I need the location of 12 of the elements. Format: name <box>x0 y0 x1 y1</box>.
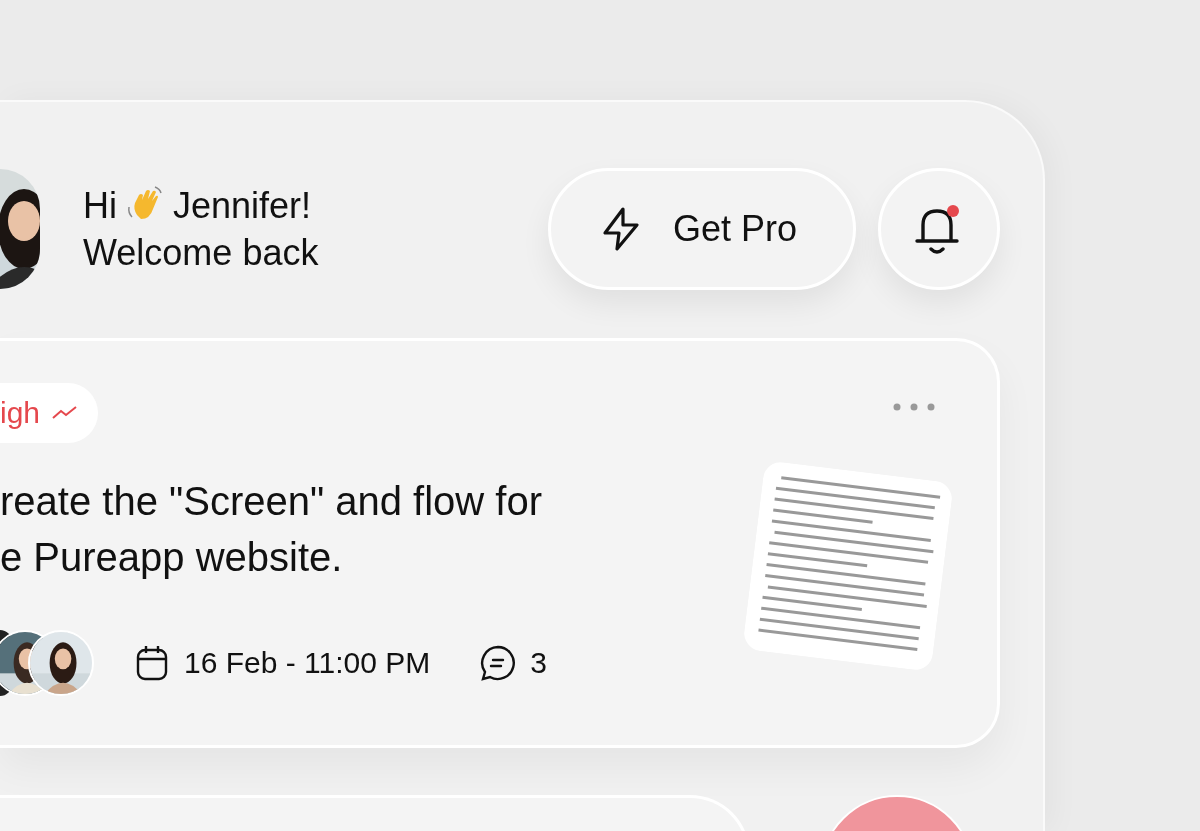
due-date: 16 Feb - 11:00 PM <box>184 646 431 680</box>
welcome-text: Welcome back <box>83 232 319 274</box>
comment-icon <box>480 645 517 681</box>
greeting-text: Hi <box>83 184 117 226</box>
trend-up-icon <box>52 405 79 421</box>
calendar-icon <box>136 645 168 681</box>
priority-tag: igh <box>0 383 99 443</box>
comment-count: 3 <box>530 646 547 680</box>
greeting-text: Jennifer! <box>173 184 312 226</box>
get-pro-button[interactable]: Get Pro <box>547 168 856 290</box>
task-title: reate the "Screen" and flow for e Pureapp website. <box>0 478 543 581</box>
more-options-icon[interactable] <box>893 403 935 411</box>
